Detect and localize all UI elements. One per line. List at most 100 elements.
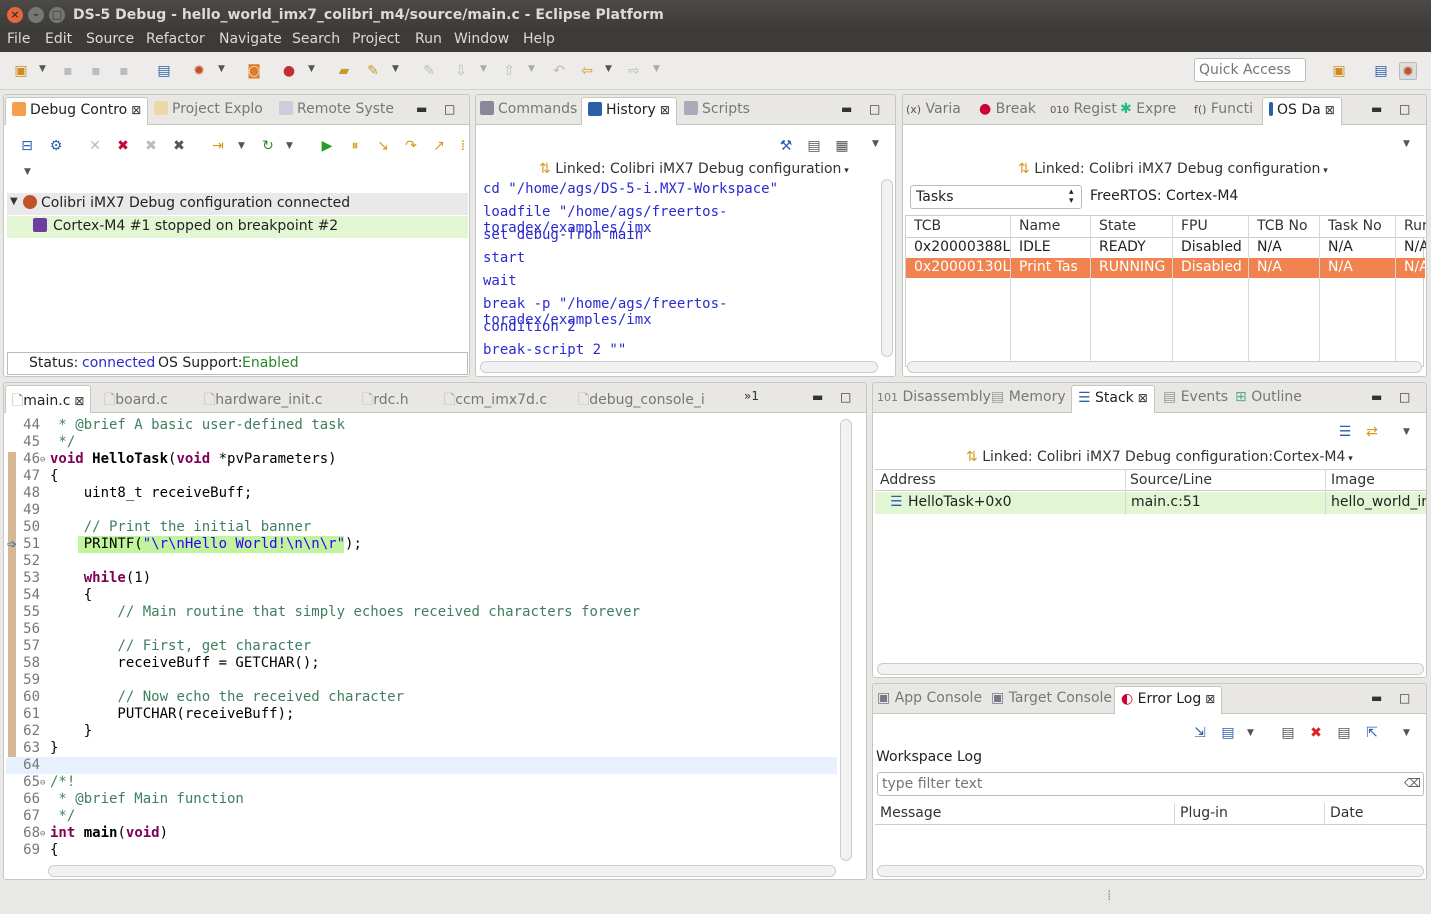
sync-icon[interactable]: ⇄ xyxy=(1363,423,1381,441)
step-source-icon[interactable]: ⇥ xyxy=(209,137,227,155)
maximize-icon[interactable]: □ xyxy=(840,390,851,404)
maximize-icon[interactable]: □ xyxy=(444,102,455,116)
history-hscrollbar[interactable] xyxy=(480,361,878,373)
minimize-icon[interactable]: ▬ xyxy=(1371,102,1382,116)
tab-rdc-h[interactable]: 🗋rdc.h xyxy=(362,389,409,413)
tab-expressions[interactable]: ✱ Expre xyxy=(1120,101,1176,117)
open-folder-icon[interactable]: ▰ xyxy=(335,62,353,80)
remove-icon[interactable]: ✖ xyxy=(142,137,160,155)
col-state[interactable]: State xyxy=(1099,218,1136,234)
tab-ccm-imx7d-c[interactable]: 🗋ccm_imx7d.c xyxy=(444,389,547,413)
minimize-icon[interactable]: ▬ xyxy=(812,390,823,404)
os-view-select[interactable]: Tasks ▴ ▾ xyxy=(910,185,1082,209)
col-source-line[interactable]: Source/Line xyxy=(1130,472,1212,488)
minimize-icon[interactable]: ▬ xyxy=(1371,390,1382,404)
history-vscrollbar[interactable] xyxy=(881,179,893,357)
clear-filter-icon[interactable]: ⌫ xyxy=(1404,776,1421,790)
tool-icon[interactable]: ✎ xyxy=(364,62,382,80)
open-log-icon[interactable]: ▤ xyxy=(1335,724,1353,742)
close-icon[interactable]: ⊠ xyxy=(1138,391,1148,405)
col-date[interactable]: Date xyxy=(1330,805,1363,821)
step-into-icon[interactable]: ↘ xyxy=(374,137,392,155)
minimize-icon[interactable]: ▬ xyxy=(841,102,852,116)
history-item[interactable]: wait xyxy=(483,273,517,289)
menu-edit[interactable]: Edit xyxy=(45,31,72,47)
close-icon[interactable]: ⊠ xyxy=(1325,103,1335,117)
tab-events[interactable]: ▤ Events xyxy=(1163,389,1228,405)
stack-linked[interactable]: ⇅ Linked: Colibri iMX7 Debug configurati… xyxy=(966,449,1353,465)
menu-run[interactable]: Run xyxy=(415,31,442,47)
view-menu-icon[interactable]: ▼ xyxy=(1403,728,1410,738)
step-out-icon[interactable]: ↗ xyxy=(430,137,448,155)
prev-annotation-icon[interactable]: ⇧ xyxy=(500,62,518,80)
tab-variables[interactable]: (x) Varia xyxy=(906,101,961,117)
chevron-down-icon[interactable]: ▼ xyxy=(605,64,612,74)
chevron-down-icon[interactable]: ▼ xyxy=(39,64,46,74)
col-name[interactable]: Name xyxy=(1019,218,1060,234)
collapse-all-icon[interactable]: ⊟ xyxy=(18,137,36,155)
stack-options-icon[interactable]: ☰ xyxy=(1336,423,1354,441)
debug-bug-icon[interactable]: ✹ xyxy=(190,62,208,80)
view-menu-icon[interactable]: ▼ xyxy=(1403,427,1410,437)
binary-icon[interactable]: ▤ xyxy=(155,62,173,80)
chevron-down-icon[interactable]: ▼ xyxy=(308,64,315,74)
table-row[interactable]: 0x20000388L IDLE READY Disabled N/A N/A … xyxy=(906,238,1426,258)
maximize-window-icon[interactable]: □ xyxy=(49,7,65,23)
chevron-down-icon[interactable]: ▼ xyxy=(528,64,535,74)
minimize-icon[interactable]: ▬ xyxy=(1371,691,1382,705)
close-icon[interactable]: ⊠ xyxy=(74,394,84,408)
tab-main-c[interactable]: 🗋main.c ⊠ xyxy=(5,385,92,413)
tab-history[interactable]: History ⊠ xyxy=(581,97,677,125)
tab-hardware-init-c[interactable]: 🗋hardware_init.c xyxy=(204,389,323,413)
stack-hscrollbar[interactable] xyxy=(877,663,1424,675)
next-annotation-icon[interactable]: ⇩ xyxy=(452,62,470,80)
history-item[interactable]: start xyxy=(483,250,525,266)
tab-functions[interactable]: f() Functi xyxy=(1194,101,1253,117)
col-run[interactable]: Run xyxy=(1404,218,1426,234)
close-window-icon[interactable]: × xyxy=(7,7,23,23)
tab-board-c[interactable]: 🗋board.c xyxy=(104,389,168,413)
tab-error-log[interactable]: ◐ Error Log ⊠ xyxy=(1114,686,1223,714)
view-menu-icon[interactable]: ▼ xyxy=(1403,139,1410,149)
connect-icon[interactable]: ⚙ xyxy=(47,137,65,155)
col-image[interactable]: Image xyxy=(1331,472,1375,488)
menu-source[interactable]: Source xyxy=(86,31,134,47)
chevron-down-icon[interactable]: ▼ xyxy=(286,141,293,151)
export-icon[interactable]: ▤ xyxy=(805,137,823,155)
tab-disassembly[interactable]: 101 Disassembly xyxy=(877,389,991,405)
fold-collapse-icon[interactable]: ⊖ xyxy=(40,829,45,839)
os-linked[interactable]: ⇅ Linked: Colibri iMX7 Debug configurati… xyxy=(1018,161,1328,177)
refresh-icon[interactable]: ↻ xyxy=(259,137,277,155)
tab-target-console[interactable]: ▣ Target Console xyxy=(991,690,1112,706)
pen-icon[interactable]: ✎ xyxy=(420,62,438,80)
minimize-icon[interactable]: ▬ xyxy=(416,102,427,116)
quick-access-input[interactable] xyxy=(1194,58,1306,82)
step-over-icon[interactable]: ↷ xyxy=(402,137,420,155)
chevron-down-icon[interactable]: ▼ xyxy=(1247,728,1254,738)
chevron-down-icon[interactable]: ▼ xyxy=(218,64,225,74)
menu-window[interactable]: Window xyxy=(454,31,509,47)
restore-log-icon[interactable]: ⇱ xyxy=(1363,724,1381,742)
table-row[interactable]: ☰ HelloTask+0x0 main.c:51 hello_world_in xyxy=(875,492,1426,514)
maximize-icon[interactable]: □ xyxy=(1399,102,1410,116)
tab-scripts[interactable]: Scripts xyxy=(684,101,750,117)
chevron-down-icon[interactable]: ▼ xyxy=(480,64,487,74)
save-icon[interactable]: ▪ xyxy=(59,62,77,80)
connection-row[interactable]: ▼ Colibri iMX7 Debug configuration conne… xyxy=(7,193,468,215)
menu-file[interactable]: File xyxy=(7,31,30,47)
clear-log-icon[interactable]: ▤ xyxy=(1279,724,1297,742)
col-tcb[interactable]: TCB xyxy=(914,218,941,234)
tab-overflow[interactable]: »1 xyxy=(744,389,759,403)
new-icon[interactable]: ▣ xyxy=(12,62,30,80)
chevron-down-icon[interactable]: ▼ xyxy=(238,141,245,151)
remove-connection-icon[interactable]: ✖ xyxy=(114,137,132,155)
export-log-icon[interactable]: ⇲ xyxy=(1191,724,1209,742)
chevron-down-icon[interactable]: ▼ xyxy=(392,64,399,74)
view-menu-icon[interactable]: ▼ xyxy=(24,167,31,177)
tab-memory[interactable]: ▤ Memory xyxy=(991,389,1066,405)
tab-debug-control[interactable]: Debug Contro ⊠ xyxy=(5,97,149,125)
chevron-down-icon[interactable]: ▼ xyxy=(653,64,660,74)
continue-icon[interactable]: ▶ xyxy=(318,137,336,155)
table-row[interactable]: 0x20000130L Print Tas RUNNING Disabled N… xyxy=(906,258,1426,278)
disconnect-icon[interactable]: ✕ xyxy=(86,137,104,155)
